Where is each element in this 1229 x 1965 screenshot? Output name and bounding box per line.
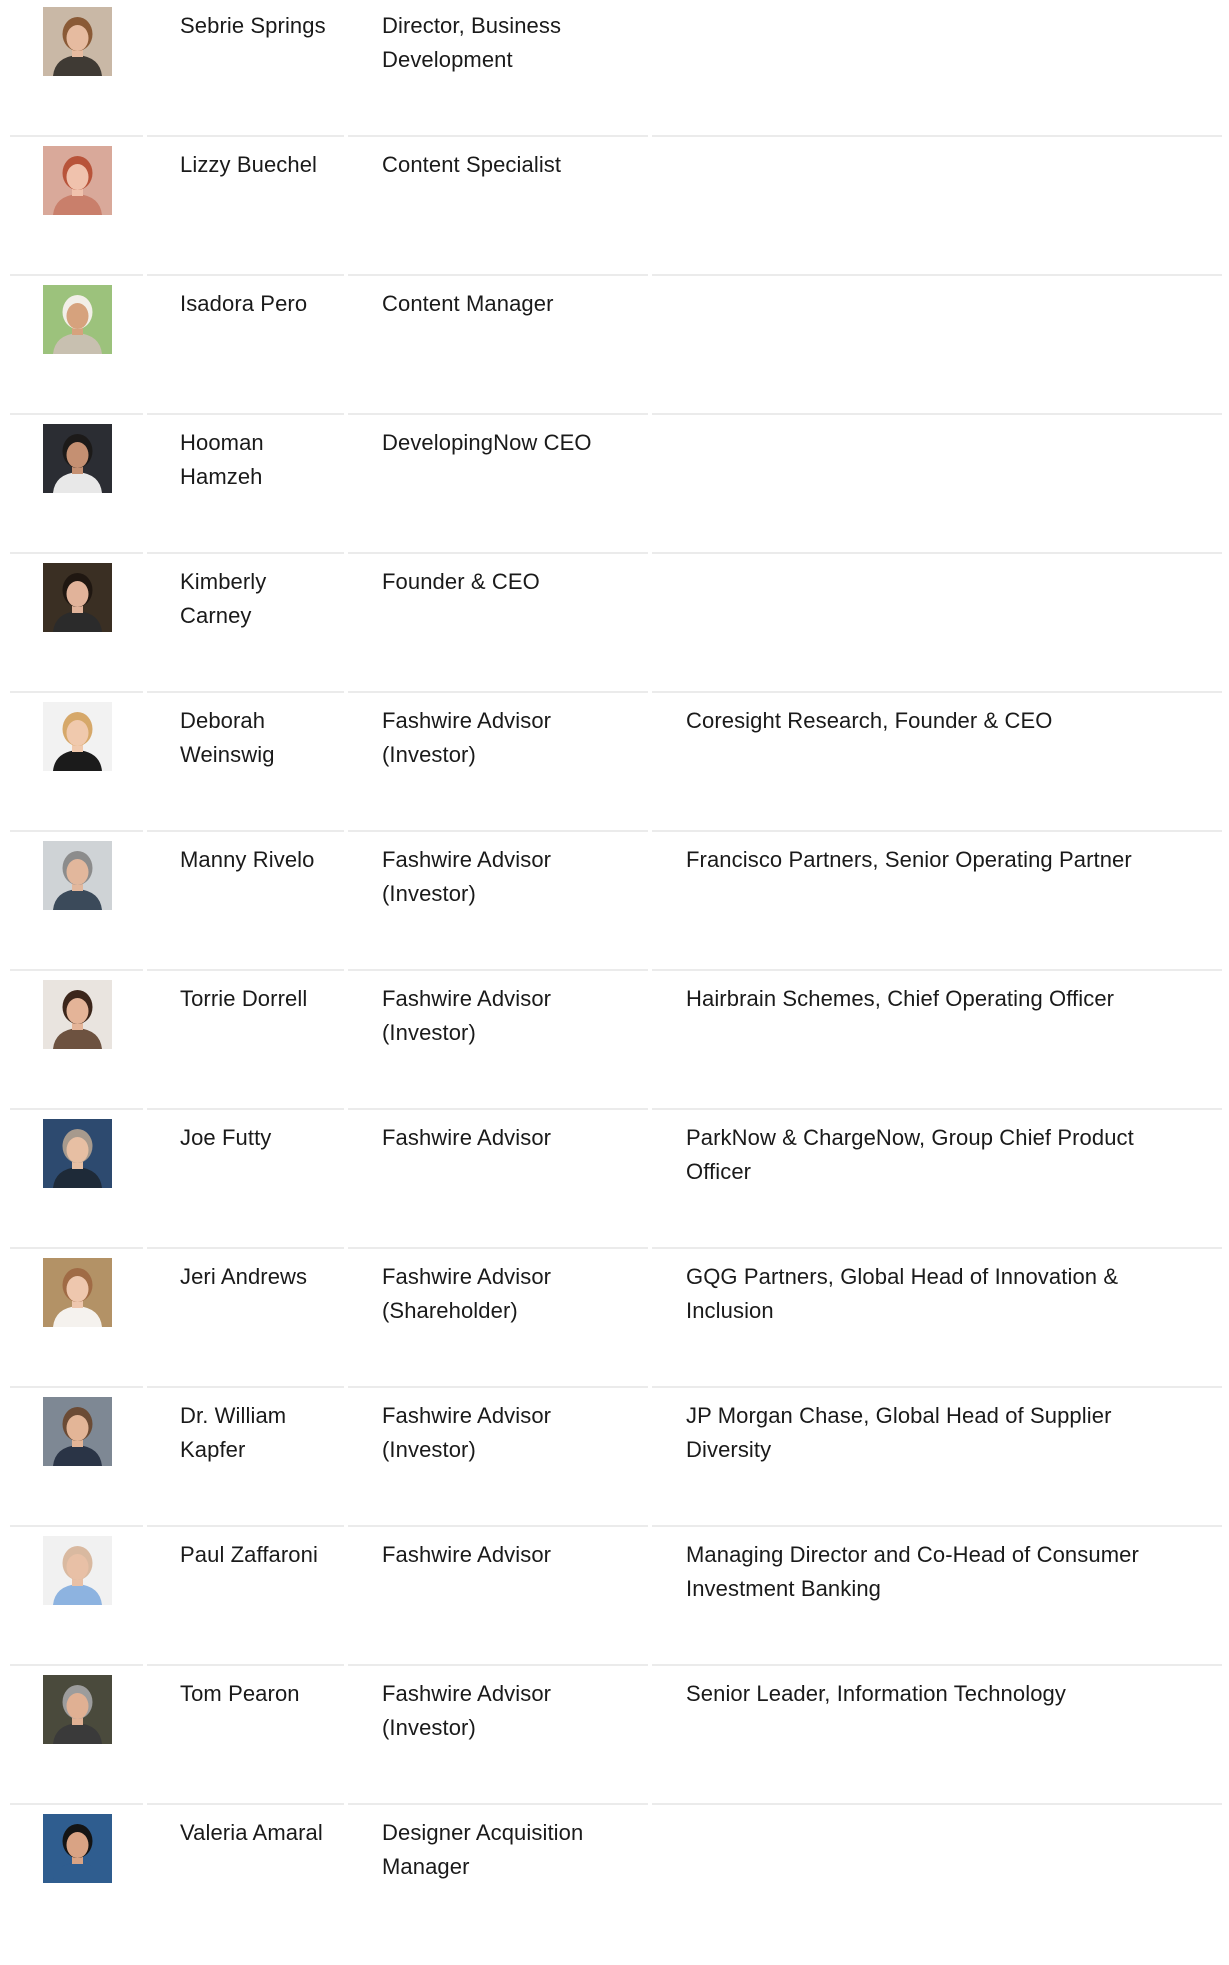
table-cell [652,0,1222,137]
team-member-row: Paul Zaffaroni Fashwire Advisor Managing D… [10,1527,1222,1666]
member-photo [43,1397,112,1466]
member-photo [43,1675,112,1744]
member-name: Lizzy Buechel [180,152,318,177]
member-role: Fashwire Advisor [382,1542,552,1567]
table-cell [652,137,1222,276]
member-organization: ParkNow & ChargeNow, Group Chief Product… [686,1125,1134,1184]
team-table: Sebrie Springs Director, Business Develop… [10,0,1222,1965]
table-cell [652,276,1222,415]
member-name: Deborah Weinswig [180,708,275,767]
member-organization: Hairbrain Schemes, Chief Operating Offic… [686,986,1115,1011]
member-photo [43,1536,112,1605]
member-name: Isadora Pero [180,291,308,316]
member-photo [43,563,112,632]
table-cell [652,554,1222,693]
member-photo [43,841,112,910]
member-photo [43,285,112,354]
member-role: Fashwire Advisor (Investor) [382,986,552,1045]
team-member-row: Dr. William Kapfer Fashwire Advisor (Inve… [10,1388,1222,1527]
member-role: Fashwire Advisor (Investor) [382,1681,552,1740]
member-name: Manny Rivelo [180,847,315,872]
team-member-row: Torrie Dorrell Fashwire Advisor (Investor… [10,971,1222,1110]
member-name: Tom Pearon [180,1681,300,1706]
member-name: Kimberly Carney [180,569,267,628]
member-photo [43,146,112,215]
member-name: Valeria Amaral [180,1820,323,1845]
member-role: Content Manager [382,291,554,316]
member-organization: JP Morgan Chase, Global Head of Supplier… [686,1403,1112,1462]
team-member-row: Hooman Hamzeh DevelopingNow CEO [10,415,1222,554]
team-member-row: Lizzy Buechel Content Specialist [10,137,1222,276]
member-role: DevelopingNow CEO [382,430,592,455]
team-member-row: Valeria Amaral Designer Acquisition Manag… [10,1805,1222,1965]
team-member-row: Tom Pearon Fashwire Advisor (Investor) Sen… [10,1666,1222,1805]
member-photo [43,980,112,1049]
member-role: Founder & CEO [382,569,540,594]
member-organization: Senior Leader, Information Technology [686,1681,1066,1706]
member-photo [43,1258,112,1327]
member-organization: GQG Partners, Global Head of Innovation … [686,1264,1119,1323]
member-name: Dr. William Kapfer [180,1403,287,1462]
member-name: Jeri Andrews [180,1264,308,1289]
member-photo [43,7,112,76]
member-organization: Managing Director and Co-Head of Consume… [686,1542,1139,1601]
member-photo [43,1119,112,1188]
member-name: Torrie Dorrell [180,986,308,1011]
member-role: Content Specialist [382,152,562,177]
team-member-row: Jeri Andrews Fashwire Advisor (Shareholde… [10,1249,1222,1388]
team-member-row: Deborah Weinswig Fashwire Advisor (Invest… [10,693,1222,832]
member-role: Designer Acquisition Manager [382,1820,584,1879]
team-member-row: Isadora Pero Content Manager [10,276,1222,415]
team-member-row: Sebrie Springs Director, Business Develop… [10,0,1222,137]
member-role: Director, Business Development [382,13,562,72]
member-role: Fashwire Advisor (Shareholder) [382,1264,552,1323]
team-member-row: Kimberly Carney Founder & CEO [10,554,1222,693]
member-organization: Francisco Partners, Senior Operating Par… [686,847,1132,872]
member-name: Hooman Hamzeh [180,430,264,489]
member-name: Joe Futty [180,1125,272,1150]
member-role: Fashwire Advisor (Investor) [382,708,552,767]
member-photo [43,702,112,771]
member-role: Fashwire Advisor (Investor) [382,1403,552,1462]
member-name: Sebrie Springs [180,13,326,38]
member-organization: Coresight Research, Founder & CEO [686,708,1053,733]
table-cell [652,415,1222,554]
member-name: Paul Zaffaroni [180,1542,318,1567]
member-role: Fashwire Advisor [382,1125,552,1150]
table-cell [652,1805,1222,1965]
team-member-row: Manny Rivelo Fashwire Advisor (Investor) F… [10,832,1222,971]
member-photo [43,424,112,493]
team-member-row: Joe Futty Fashwire Advisor ParkNow & Charg… [10,1110,1222,1249]
member-role: Fashwire Advisor (Investor) [382,847,552,906]
